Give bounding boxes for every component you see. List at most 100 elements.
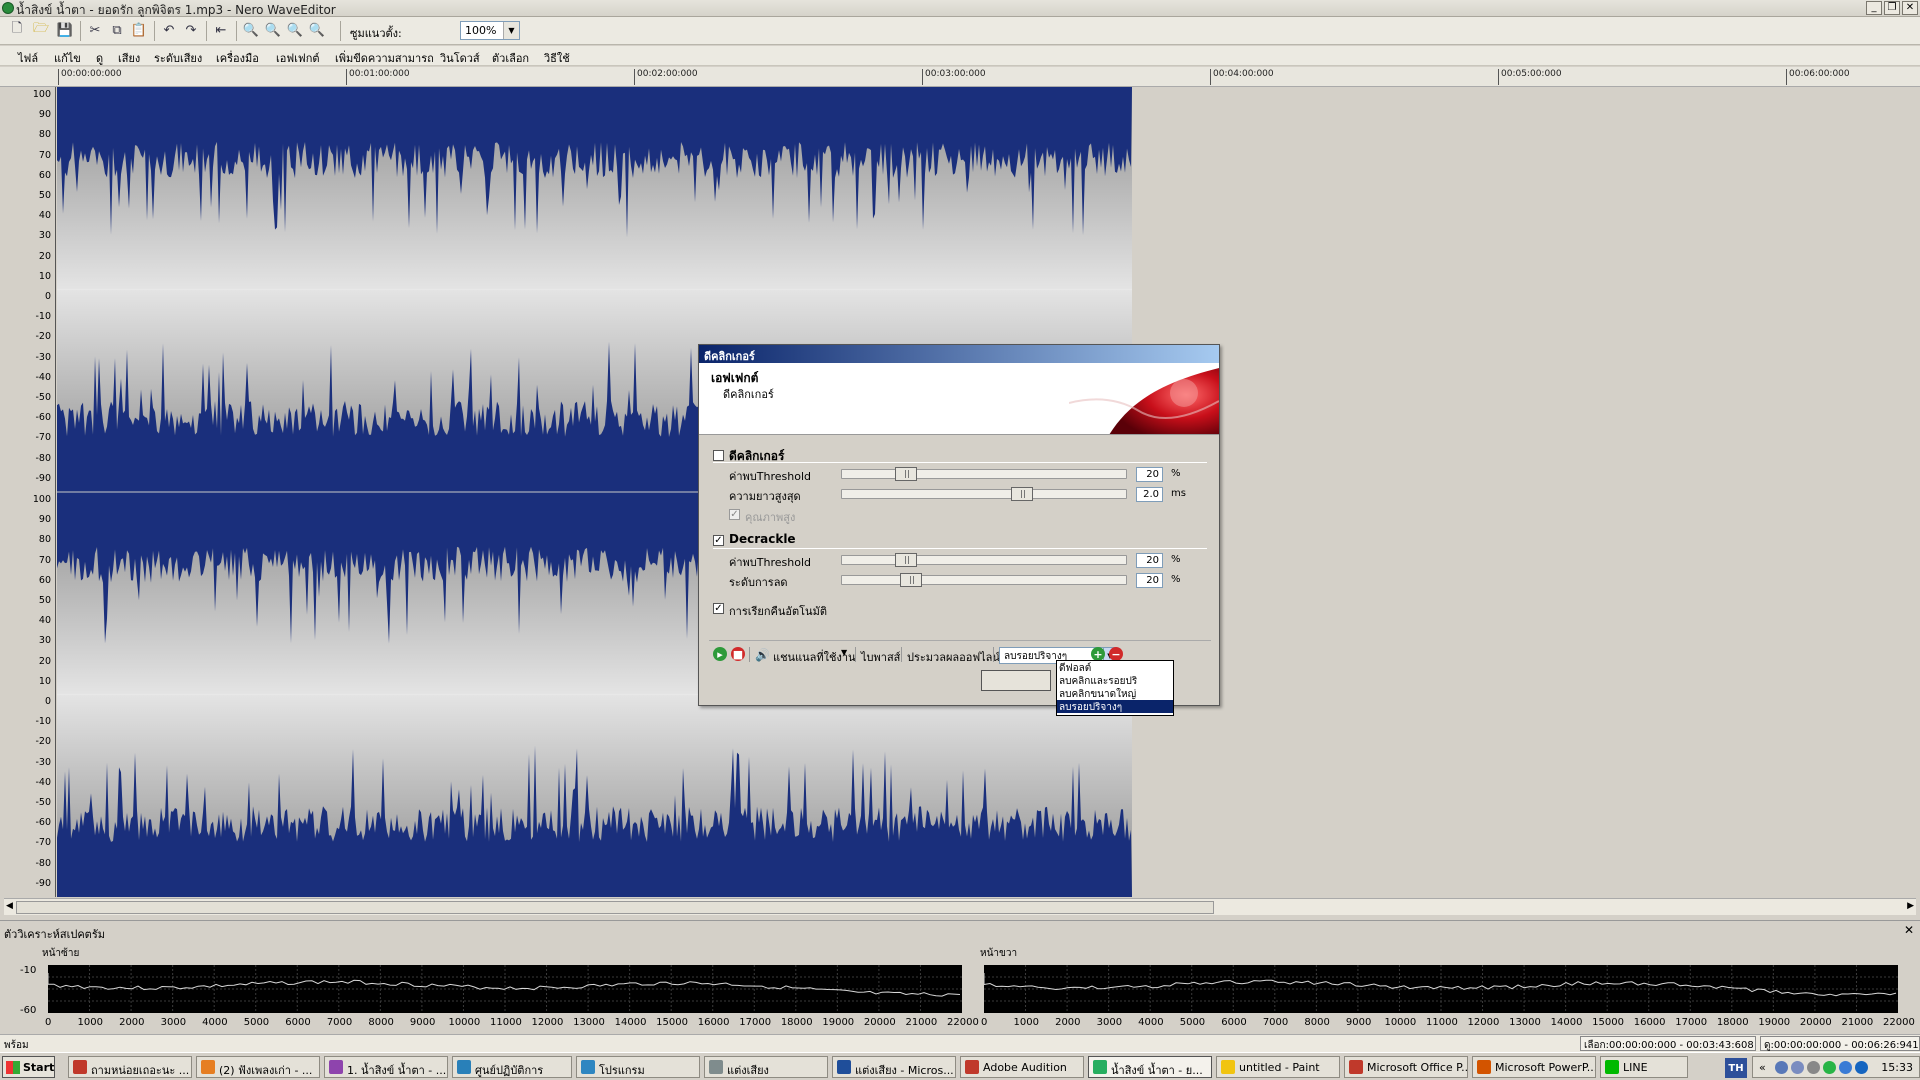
slider-thumb[interactable] [894,467,917,481]
remove-preset-icon[interactable]: − [1109,647,1123,661]
vertical-zoom-select[interactable]: 100% ▼ [460,21,520,40]
declicker-checkbox[interactable] [713,450,724,461]
decrackle-threshold-value[interactable]: 20 [1136,553,1163,568]
slider-thumb[interactable] [894,553,917,567]
undo-icon[interactable]: ↶ [160,21,178,39]
chevron-down-icon[interactable]: ▼ [841,648,847,657]
menu-help[interactable]: วิธีใช้ [544,49,570,67]
close-icon[interactable]: ✕ [1904,923,1914,937]
scroll-thumb[interactable] [16,901,1214,914]
taskbar-item[interactable]: น้ำสิงข์ น้ำตา - ย... [1088,1056,1212,1078]
menu-view[interactable]: ดู [96,49,103,67]
taskbar-item[interactable]: untitled - Paint [1216,1056,1340,1078]
tray-expand-icon[interactable]: « [1759,1061,1766,1074]
timeline-ruler[interactable]: 00:00:00:000 00:01:00:000 00:02:00:000 0… [0,67,1920,87]
cut-icon[interactable]: ✂ [86,21,104,39]
system-tray: TH « 15:33 [1725,1056,1920,1078]
update-icon[interactable] [1839,1061,1852,1074]
amplitude-tick-label: 50 [38,595,51,606]
menu-file[interactable]: ไฟล์ [18,49,38,67]
offline-process-button[interactable]: ประมวลผลออฟไลน์ [907,648,1000,666]
max-length-value[interactable]: 2.0 [1136,487,1163,502]
menu-tools[interactable]: เครื่องมือ [216,49,259,67]
chevron-down-icon[interactable]: ▼ [503,22,519,39]
frequency-tick-label: 2000 [1055,1017,1081,1028]
taskbar-item[interactable]: Microsoft PowerP... [1472,1056,1596,1078]
scroll-left-icon[interactable]: ◀ [6,901,13,911]
speaker-icon[interactable]: 🔊 [755,648,770,662]
ie-icon[interactable] [1855,1061,1868,1074]
menu-effects[interactable]: เอฟเฟกต์ [276,49,320,67]
taskbar-item[interactable]: (2) ฟังเพลงเก่า - ... [196,1056,320,1078]
minimize-button[interactable]: _ [1866,1,1882,15]
amplitude-tick-label: -60 [35,412,51,424]
zoom-in-icon[interactable]: 🔍 [242,21,260,39]
taskbar-item[interactable]: โปรแกรม [576,1056,700,1078]
reduction-value[interactable]: 20 [1136,573,1163,588]
line-tray-icon[interactable] [1823,1061,1836,1074]
frequency-tick-label: 11000 [490,1017,522,1028]
preset-dropdown-list[interactable]: ดีฟอลต์ ลบคลิกและรอยปริ ลบคลิกขนาดใหญ่ ล… [1056,660,1174,716]
network-icon[interactable] [1775,1061,1788,1074]
menu-enhancements[interactable]: เพิ่มขีดความสามารถ [335,49,434,67]
ok-button[interactable] [981,670,1051,691]
reduction-slider[interactable] [841,573,1127,587]
preset-option-selected[interactable]: ลบรอยปริจางๆ [1057,700,1173,713]
frequency-tick-label: 9000 [409,1017,436,1028]
play-icon[interactable]: ▸ [713,647,727,661]
menu-windows[interactable]: วินโดวส์ [440,49,480,67]
restore-button[interactable]: ❐ [1884,1,1900,15]
redo-icon[interactable]: ↷ [182,21,200,39]
taskbar-item[interactable]: LINE [1600,1056,1688,1078]
zoom-out-icon[interactable]: 🔍 [264,21,282,39]
slider-thumb[interactable] [900,573,923,587]
decrackle-threshold-slider[interactable] [841,553,1127,567]
preset-option[interactable]: ลบคลิกและรอยปริ [1057,674,1173,687]
taskbar-item[interactable]: Adobe Audition [960,1056,1084,1078]
menu-volume[interactable]: ระดับเสียง [154,49,202,67]
slider-thumb[interactable] [1010,487,1033,501]
bypass-button[interactable]: ไบพาสส์ [861,648,900,666]
horizontal-scrollbar[interactable]: ◀ ▶ [4,898,1916,915]
paste-icon[interactable]: 📋 [130,21,148,39]
menu-audio[interactable]: เสียง [118,49,140,67]
zoom-selection-icon[interactable]: 🔍 [286,21,304,39]
threshold-slider[interactable] [841,467,1127,481]
new-file-icon[interactable]: 🗋 [8,21,26,39]
taskbar-item[interactable]: แต่งเสียง [704,1056,828,1078]
threshold-value[interactable]: 20 [1136,467,1163,482]
scroll-right-icon[interactable]: ▶ [1907,901,1914,911]
header-subtitle: ดีคลิกเกอร์ [723,388,774,401]
save-icon[interactable]: 💾 [56,21,74,39]
start-button[interactable]: Start [2,1056,55,1078]
taskbar-item[interactable]: 1. น้ำสิงข์ น้ำตา - ... [324,1056,448,1078]
language-indicator[interactable]: TH [1725,1058,1747,1078]
open-folder-icon[interactable]: 🗁 [32,21,50,39]
taskbar-item[interactable]: ศูนย์ปฏิบัติการ [452,1056,572,1078]
max-length-slider[interactable] [841,487,1127,501]
decrackle-checkbox[interactable]: ✓ [713,535,724,546]
zoom-all-icon[interactable]: 🔍 [308,21,326,39]
fit-width-icon[interactable]: ⇤ [212,21,230,39]
menu-edit[interactable]: แก้ไข [54,49,81,67]
preset-option[interactable]: ดีฟอลต์ [1057,661,1173,674]
shield-icon[interactable] [1791,1061,1804,1074]
auto-reset-checkbox[interactable]: ✓ [713,603,724,614]
frequency-tick-label: 18000 [780,1017,813,1028]
taskbar-item[interactable]: แต่งเสียง - Micros... [832,1056,956,1078]
frequency-tick-label: 16000 [697,1017,730,1028]
close-button[interactable]: ✕ [1902,1,1918,15]
view-range: ดู:00:00:00:000 - 00:06:26:941 [1760,1036,1920,1051]
preset-option[interactable]: ลบคลิกขนาดใหญ่ [1057,687,1173,700]
dialog-title: ดีคลิกเกอร์ [699,345,1219,363]
menu-options[interactable]: ตัวเลือก [492,49,529,67]
taskbar-item[interactable]: ถามหน่อยเถอะนะ ... [68,1056,192,1078]
effect-banner-graphic [1069,368,1219,434]
copy-icon[interactable]: ⧉ [108,21,126,39]
frequency-tick-label: 3000 [1096,1017,1123,1028]
volume-icon[interactable] [1807,1061,1820,1074]
amplitude-tick-label: 10 [38,270,51,282]
taskbar-item[interactable]: Microsoft Office P... [1344,1056,1468,1078]
add-preset-icon[interactable]: + [1091,647,1105,661]
stop-icon[interactable]: ■ [731,647,745,661]
